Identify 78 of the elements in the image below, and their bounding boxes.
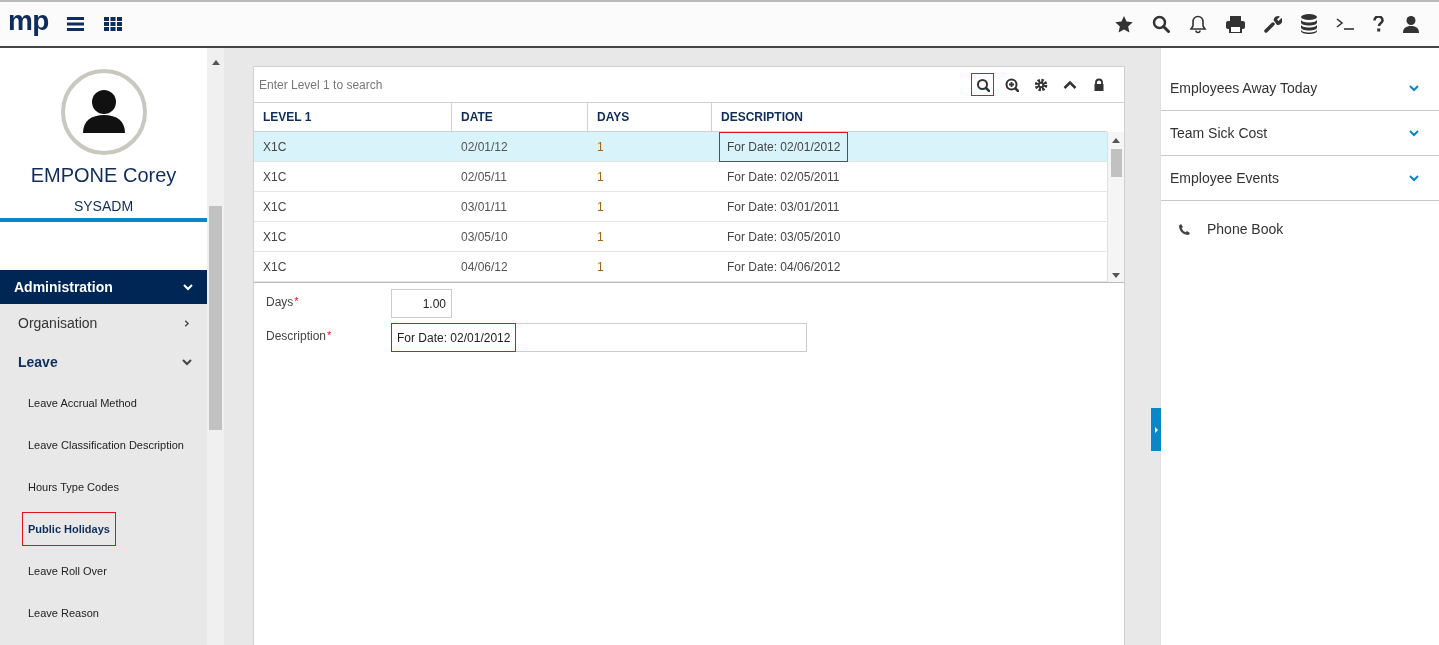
table-cell-text: X1C [263, 168, 287, 186]
zoom-in-icon [1004, 77, 1019, 92]
table-cell-text: 04/06/12 [461, 258, 508, 276]
search-button[interactable] [971, 73, 994, 96]
chevron-down-icon [182, 359, 192, 366]
number-field[interactable]: 1.00 [391, 289, 452, 318]
apps-grid-icon[interactable] [103, 17, 122, 31]
table-cell-text: For Date: 02/05/2011 [726, 168, 841, 186]
table-cell-text: X1C [263, 198, 287, 216]
required-marker: * [294, 294, 299, 309]
search-icon [975, 77, 990, 92]
accordion-header[interactable]: Employee Events [1161, 156, 1439, 201]
menu-icon[interactable] [66, 17, 84, 31]
table-cell-text: 1 [597, 258, 604, 276]
printer-icon[interactable] [1226, 15, 1245, 33]
nav-group[interactable]: Leave [0, 343, 207, 382]
table-cell-text: 03/01/11 [461, 198, 507, 216]
help-icon[interactable] [1373, 16, 1384, 32]
table-cell-text: X1C [263, 228, 287, 246]
caret-right-icon [1154, 426, 1158, 433]
scroll-up-icon[interactable] [1112, 138, 1120, 143]
chevron-down-icon [1409, 84, 1419, 92]
column-header[interactable]: DATE [452, 103, 588, 131]
table-cell-text: X1C [263, 258, 287, 276]
bell-icon[interactable] [1189, 14, 1207, 34]
scroll-down-icon[interactable] [1112, 273, 1120, 278]
star-icon[interactable] [1115, 15, 1133, 33]
search-icon[interactable] [1152, 15, 1170, 33]
table-row[interactable]: X1C 02/01/12 1 For Date: 02/01/2012 [254, 132, 1107, 162]
table-cell-text: 02/01/12 [461, 138, 508, 156]
terminal-icon[interactable] [1336, 18, 1354, 30]
table-cell-text: For Date: 04/06/2012 [726, 258, 842, 276]
accordion-header[interactable]: Team Sick Cost [1161, 111, 1439, 156]
table-cell-text: 1 [597, 228, 604, 246]
column-header[interactable]: DAYS [588, 103, 712, 131]
nav-item[interactable]: Public Holidays [22, 511, 116, 547]
scrollbar-thumb[interactable] [209, 206, 222, 430]
chevron-right-icon [182, 320, 192, 327]
table-cell: For Date: 02/01/2012 [719, 131, 849, 162]
text-field[interactable]: For Date: 02/01/2012 [391, 323, 807, 352]
table-cell-text: 1 [597, 138, 604, 156]
profile-role: SYSADM [73, 197, 134, 216]
profile-name: EMPONE Corey [30, 163, 177, 188]
nav-item[interactable]: Leave Accrual Method [22, 385, 143, 421]
column-header[interactable]: LEVEL 1 [254, 103, 452, 131]
table-cell-text: For Date: 03/05/2010 [726, 228, 842, 246]
field-label: Description [266, 328, 327, 345]
nav-item[interactable]: Leave Roll Over [22, 553, 113, 589]
nav-group[interactable]: Organisation [0, 304, 207, 343]
chevron-down-icon [1409, 174, 1419, 182]
wrench-icon[interactable] [1264, 15, 1282, 33]
required-marker: * [327, 328, 332, 343]
chevron-down-icon [183, 283, 193, 291]
database-icon[interactable] [1301, 14, 1317, 34]
nav-item[interactable]: Leave Classification Description [22, 427, 190, 463]
table-cell-text: X1C [263, 138, 287, 156]
nav-section[interactable]: Administration [0, 270, 207, 304]
field-label: Days [266, 294, 294, 311]
logo: mp [8, 7, 49, 35]
search-field[interactable]: Enter Level 1 to search [259, 75, 971, 94]
panel-toggle[interactable] [1151, 408, 1161, 451]
table-cell-text: 02/05/11 [461, 168, 507, 186]
gear-icon [1033, 77, 1048, 92]
scrollbar-thumb[interactable] [1110, 149, 1122, 177]
accordion-header[interactable]: Employees Away Today [1161, 66, 1439, 111]
table-cell-text: 1 [597, 168, 604, 186]
nav-item[interactable]: Leave Reason [22, 595, 105, 631]
nav-item[interactable]: Hours Type Codes [22, 469, 125, 505]
scroll-up-icon[interactable] [211, 60, 220, 65]
table-cell-text: 03/05/10 [461, 228, 508, 246]
table-cell-text: For Date: 03/01/2011 [726, 198, 841, 216]
avatar-icon [60, 69, 147, 155]
user-icon[interactable] [1403, 15, 1419, 33]
column-header[interactable]: DESCRIPTION [712, 103, 1107, 131]
chevron-down-icon [1409, 129, 1419, 137]
phone-icon [1179, 223, 1190, 235]
table-cell-text: 1 [597, 198, 604, 216]
phone-book-link[interactable]: Phone Book [1161, 201, 1439, 257]
